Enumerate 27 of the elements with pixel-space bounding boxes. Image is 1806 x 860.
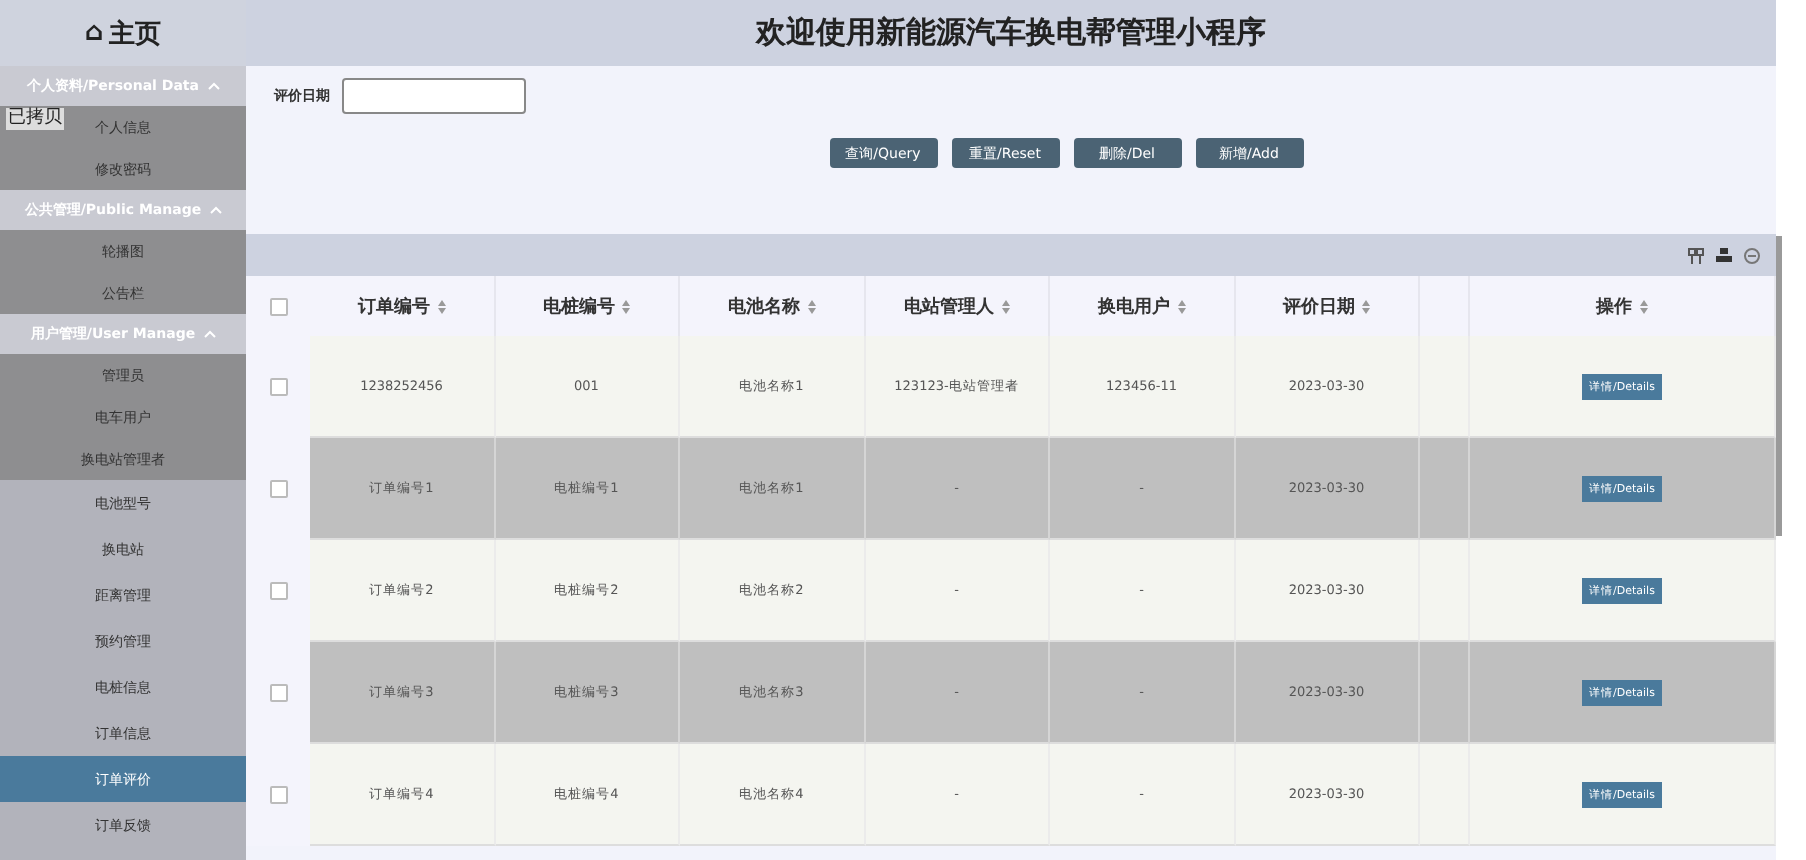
row-checkbox[interactable] xyxy=(269,480,287,498)
sort-icon[interactable] xyxy=(1001,299,1010,313)
page-title: 欢迎使用新能源汽车换电帮管理小程序 xyxy=(246,0,1776,66)
column-header[interactable]: 评价日期 xyxy=(1235,276,1420,336)
sort-icon[interactable] xyxy=(622,299,631,313)
row-checkbox[interactable] xyxy=(269,684,287,702)
caret-icon xyxy=(209,206,222,214)
sort-icon[interactable] xyxy=(1640,299,1648,313)
sort-icon[interactable] xyxy=(1362,299,1371,313)
sort-icon[interactable] xyxy=(807,299,816,313)
caret-icon xyxy=(207,82,219,90)
column-header[interactable]: 电桩编号 xyxy=(495,276,680,336)
home-link[interactable]: ⌂ 主页 xyxy=(0,0,246,66)
select-all-checkbox[interactable] xyxy=(269,297,287,315)
row-checkbox[interactable] xyxy=(269,582,287,600)
date-field[interactable] xyxy=(342,78,526,114)
column-header[interactable]: 电站管理人 xyxy=(865,276,1050,336)
row-checkbox[interactable] xyxy=(269,786,287,804)
copied-tooltip: 已拷贝 xyxy=(6,108,64,130)
row-checkbox[interactable] xyxy=(269,378,287,396)
sort-icon[interactable] xyxy=(1177,299,1186,313)
sort-icon[interactable] xyxy=(437,299,446,313)
minus-circle-icon[interactable] xyxy=(1744,247,1760,263)
scrollbar[interactable] xyxy=(1776,236,1782,536)
print-icon[interactable] xyxy=(1716,247,1732,263)
caret-icon xyxy=(203,330,216,338)
columns-icon[interactable] xyxy=(1688,247,1704,263)
